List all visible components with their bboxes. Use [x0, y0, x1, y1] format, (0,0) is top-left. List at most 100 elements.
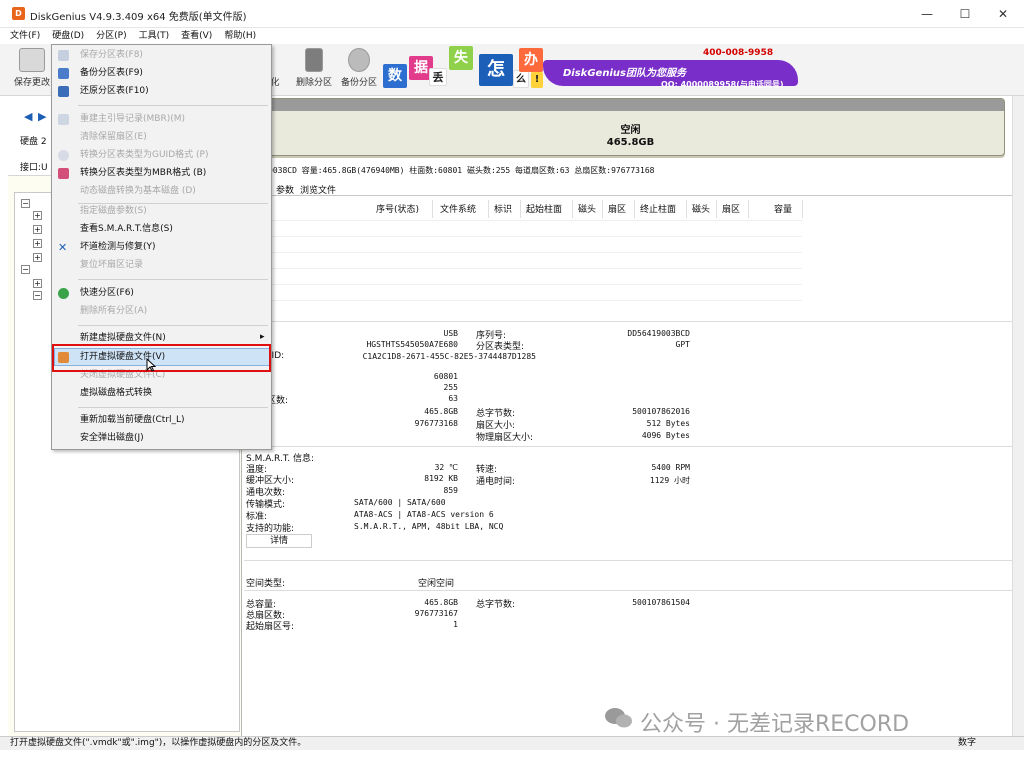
tree-expand-icon[interactable]: + [33, 225, 42, 234]
menu-item-reload-disk[interactable]: 重新加载当前硬盘(Ctrl_L) [80, 414, 185, 426]
col-header[interactable]: 标识 [494, 202, 512, 215]
disk-map-bar[interactable]: 空闲 465.8GB [256, 98, 1005, 156]
heads-value: 255 [443, 383, 458, 392]
menu-item-set-disk-params[interactable]: 指定磁盘参数(S) [80, 205, 147, 217]
maximize-button[interactable]: ☐ [946, 4, 984, 24]
menu-item-new-virtual-disk[interactable]: 新建虚拟硬盘文件(N) [80, 332, 166, 344]
bottom-strip [0, 750, 1024, 760]
tree-expand-icon[interactable]: − [33, 291, 42, 300]
ptype-label: 分区表类型: [476, 342, 525, 352]
backup-partition-button[interactable]: 备份分区 [338, 48, 380, 88]
menu-item-restore-partition-table[interactable]: 还原分区表(F10) [80, 85, 149, 97]
menu-item-convert-to-mbr[interactable]: 转换分区表类型为MBR格式 (B) [80, 167, 206, 179]
menu-item-safe-eject[interactable]: 安全弹出磁盘(J) [80, 432, 144, 444]
free-total-bytes-label: 总字节数: [476, 600, 516, 610]
menu-item-save-partition-table[interactable]: 保存分区表(F8) [80, 49, 143, 61]
power-hours-label: 通电时间: [476, 477, 516, 487]
banner-tile: 怎 [479, 54, 513, 86]
delete-partition-label: 删除分区 [295, 78, 332, 88]
menu-item-backup-partition-table[interactable]: 备份分区表(F9) [80, 67, 143, 79]
minimize-button[interactable]: — [908, 4, 946, 24]
menu-disk[interactable]: 硬盘(D) [52, 28, 84, 44]
tree-expand-icon[interactable]: + [33, 253, 42, 262]
menu-item-delete-all-partitions[interactable]: 删除所有分区(A) [80, 305, 147, 317]
convert-guid-icon [58, 150, 69, 161]
disk-menu-dropdown[interactable]: 保存分区表(F8) 备份分区表(F9) 还原分区表(F10) 重建主引导记录(M… [51, 44, 272, 450]
col-header[interactable]: 磁头 [692, 202, 710, 215]
submenu-arrow-icon: ▸ [260, 332, 265, 342]
sector-size-value: 512 Bytes [646, 419, 690, 428]
disk-map-header [257, 99, 1004, 111]
menu-item-rebuild-mbr[interactable]: 重建主引导记录(MBR)(M) [80, 113, 185, 125]
prev-disk-icon[interactable]: ◀ [24, 110, 32, 123]
menu-view[interactable]: 查看(V) [181, 28, 212, 44]
col-header[interactable]: 扇区 [608, 202, 626, 215]
col-header[interactable]: 扇区 [722, 202, 740, 215]
menu-item-bad-sector-check[interactable]: 坏道检测与修复(Y) [80, 241, 156, 253]
partition-table[interactable]: 序号(状态) 文件系统 标识 起始柱面 磁头 扇区 终止柱面 磁头 扇区 容量 [242, 198, 1012, 322]
banner-tile: ! [531, 72, 543, 88]
col-header[interactable]: 序号(状态) [376, 202, 419, 215]
app-icon: D [12, 7, 25, 20]
tab-browse-files[interactable]: 浏览文件 [294, 182, 342, 197]
menu-item-virtual-disk-convert[interactable]: 虚拟磁盘格式转换 [80, 387, 152, 399]
serial-value: DD56419003BCD [627, 329, 690, 338]
banner-slogan: DiskGenius团队为您服务 [563, 68, 686, 79]
col-header[interactable]: 起始柱面 [526, 202, 562, 215]
start-sector-label: 起始扇区号: [246, 622, 295, 632]
disk-map-label: 空闲 465.8GB [257, 125, 1004, 149]
power-count-value: 859 [443, 486, 458, 495]
space-type-label: 空间类型: [246, 579, 286, 589]
banner-tile: 失 [449, 46, 473, 70]
transfer-mode-value: SATA/600 | SATA/600 [354, 498, 446, 507]
details-button[interactable]: 详情 [246, 534, 312, 548]
menu-help[interactable]: 帮助(H) [224, 28, 256, 44]
save-table-icon [58, 50, 69, 61]
quick-partition-icon [58, 288, 69, 299]
menu-item-quick-partition[interactable]: 快速分区(F6) [80, 287, 134, 299]
disk-label: 硬盘 2 [20, 137, 47, 147]
disk-map-size: 465.8GB [606, 137, 655, 148]
close-button[interactable]: ✕ [984, 4, 1022, 24]
guid-value: C1A2C1D8-2671-455C-82E5-3744487D1285 [362, 352, 536, 361]
port-label: 接口:U [20, 163, 48, 173]
tab-strip: 参数 浏览文件 [242, 180, 1012, 196]
start-sector-value: 1 [453, 620, 458, 629]
disk-info-line: 0038CD 容量:465.8GB(476940MB) 柱面数:60801 磁头… [268, 166, 655, 175]
physical-sector-value: 4096 Bytes [641, 431, 690, 440]
menu-item-view-smart[interactable]: 查看S.M.A.R.T.信息(S) [80, 223, 173, 235]
features-value: S.M.A.R.T., APM, 48bit LBA, NCQ [354, 522, 504, 531]
col-header[interactable]: 文件系统 [440, 202, 476, 215]
physical-sector-label: 物理扇区大小: [476, 433, 534, 443]
tree-expand-icon[interactable]: + [33, 211, 42, 220]
col-header[interactable]: 磁头 [578, 202, 596, 215]
capacity-value: 465.8GB [424, 407, 458, 416]
disk-map-status: 空闲 [620, 125, 641, 136]
banner-tile: 数 [383, 64, 407, 88]
vertical-scrollbar[interactable] [1012, 96, 1024, 736]
menu-item-clear-reserved[interactable]: 清除保留扇区(E) [80, 131, 147, 143]
col-header[interactable]: 终止柱面 [640, 202, 676, 215]
menu-partition[interactable]: 分区(P) [96, 28, 126, 44]
banner-tile: 丢 [429, 68, 447, 86]
col-header[interactable]: 容量 [774, 202, 792, 215]
promo-banner[interactable]: 数 据 丢 失 怎 么 办 ! DiskGenius团队为您服务 400-008… [383, 46, 813, 94]
convert-mbr-icon [58, 168, 69, 179]
wechat-icon [604, 706, 634, 730]
save-changes-button[interactable]: 保存更改 [12, 48, 52, 88]
menu-item-reset-bad-sectors[interactable]: 复位坏扇区记录 [80, 259, 143, 271]
tree-expand-icon[interactable]: − [21, 265, 30, 274]
temperature-value: 32 ℃ [434, 463, 458, 472]
menu-file[interactable]: 文件(F) [10, 28, 40, 44]
tree-expand-icon[interactable]: + [33, 279, 42, 288]
tree-expand-icon[interactable]: − [21, 199, 30, 208]
menu-item-convert-to-guid[interactable]: 转换分区表类型为GUID格式 (P) [80, 149, 208, 161]
delete-partition-button[interactable]: 删除分区 [294, 48, 334, 88]
highlight-box [52, 344, 271, 372]
tree-expand-icon[interactable]: + [33, 239, 42, 248]
backup-partition-label: 备份分区 [340, 78, 377, 88]
menu-item-dynamic-to-basic[interactable]: 动态磁盘转换为基本磁盘 (D) [80, 185, 196, 197]
buffer-value: 8192 KB [424, 474, 458, 483]
menu-tools[interactable]: 工具(T) [139, 28, 170, 44]
next-disk-icon[interactable]: ▶ [38, 110, 46, 123]
